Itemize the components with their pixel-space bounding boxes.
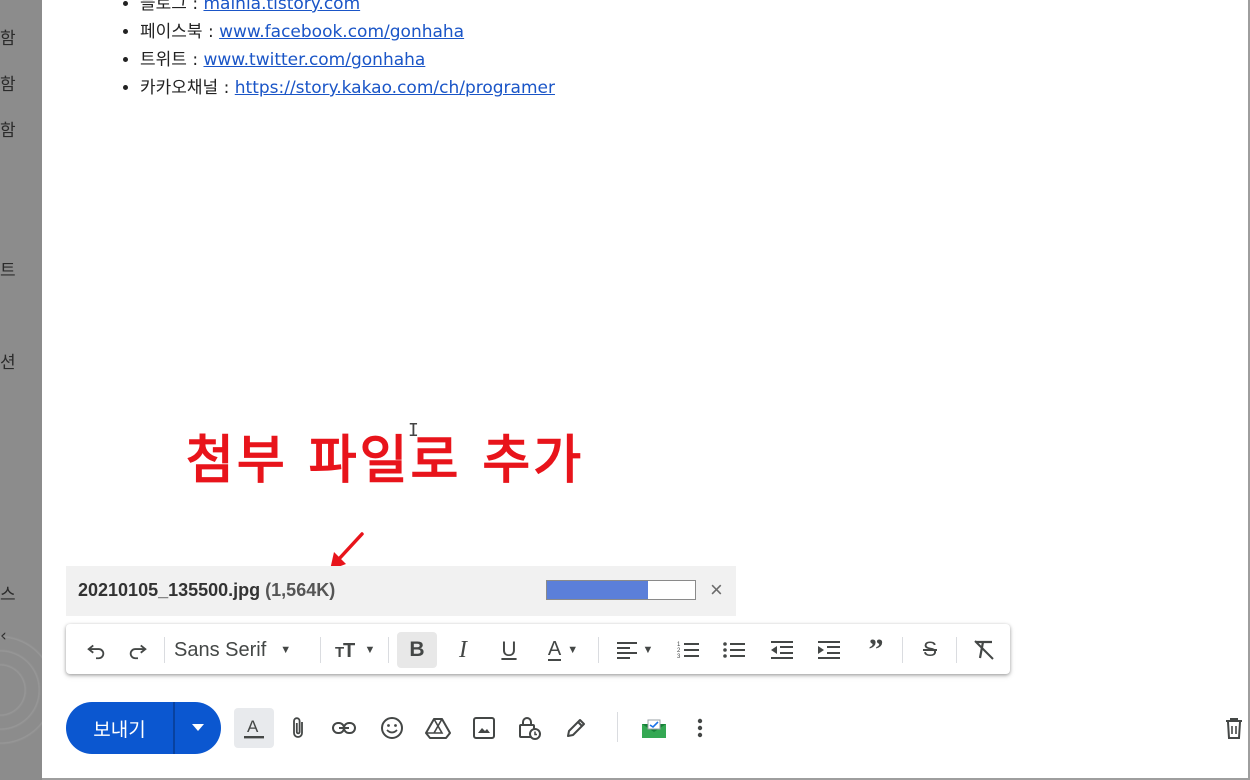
decorative-pattern [0, 600, 42, 780]
facebook-link[interactable]: www.facebook.com/gonhaha [219, 22, 464, 42]
remove-formatting-icon[interactable] [964, 632, 1004, 668]
font-size-icon[interactable]: TT ▼ [328, 632, 382, 668]
nav-fragment[interactable]: 함 [0, 70, 16, 95]
align-icon[interactable]: ▼ [608, 632, 662, 668]
emoji-icon[interactable] [372, 708, 412, 748]
message-body[interactable]: 블로그 : mainia.tistory.com 페이스북 : www.face… [122, 0, 555, 102]
chevron-down-icon: ▼ [364, 644, 376, 656]
mail-merge-icon[interactable] [634, 708, 674, 748]
nav-fragment[interactable]: 트 [0, 256, 16, 281]
redo-icon[interactable] [120, 632, 156, 668]
insert-link-icon[interactable] [324, 708, 364, 748]
text-color-icon[interactable]: A ▼ [536, 632, 590, 668]
chevron-down-icon: ▼ [567, 644, 579, 656]
discard-draft-icon[interactable] [1214, 708, 1250, 748]
strikethrough-icon[interactable]: S [910, 632, 950, 668]
send-options-icon[interactable] [175, 702, 221, 754]
upload-progress-bar [546, 580, 696, 600]
list-item: 카카오채널 : https://story.kakao.com/ch/progr… [140, 74, 555, 102]
underline-icon[interactable]: U [489, 632, 529, 668]
send-button[interactable]: 보내기 [66, 702, 173, 754]
attachment-size: (1,564K) [265, 580, 336, 600]
more-options-icon[interactable] [680, 708, 720, 748]
background-gmail-panel: 함 함 함 트 션 스 ‹ [0, 0, 42, 780]
quote-icon[interactable]: ” [856, 632, 896, 668]
bulleted-list-icon[interactable] [714, 632, 754, 668]
compose-window: 블로그 : mainia.tistory.com 페이스북 : www.face… [42, 0, 1250, 780]
list-item: 페이스북 : www.facebook.com/gonhaha [140, 18, 555, 46]
indent-more-icon[interactable] [809, 632, 849, 668]
formatting-toolbar: Sans Serif ▼ TT ▼ B I U A ▼ ▼ 123 ” S [66, 624, 1010, 674]
list-item: 블로그 : mainia.tistory.com [140, 0, 555, 18]
list-item: 트위트 : www.twitter.com/gonhaha [140, 46, 555, 74]
svg-text:A: A [247, 717, 259, 736]
nav-fragment[interactable]: 션 [0, 348, 16, 373]
signature-icon[interactable] [556, 708, 596, 748]
confidential-mode-icon[interactable] [510, 708, 550, 748]
attachment-filename: 20210105_135500.jpg (1,564K) [78, 580, 336, 600]
undo-icon[interactable] [78, 632, 114, 668]
nav-fragment[interactable]: 함 [0, 24, 16, 49]
annotation-text: 첨부 파일로 추가 [186, 431, 585, 491]
font-family-value: Sans Serif [174, 638, 267, 661]
numbered-list-icon[interactable]: 123 [668, 632, 708, 668]
twitter-link[interactable]: www.twitter.com/gonhaha [203, 50, 425, 70]
insert-photo-icon[interactable] [464, 708, 504, 748]
font-family-select[interactable]: Sans Serif ▼ [174, 632, 314, 668]
nav-fragment[interactable]: 함 [0, 116, 16, 141]
svg-text:T: T [343, 640, 355, 661]
svg-text:3: 3 [677, 654, 681, 660]
italic-icon[interactable]: I [443, 632, 483, 668]
remove-attachment-icon[interactable]: × [710, 577, 723, 603]
chevron-down-icon: ▼ [280, 644, 292, 656]
send-button-group: 보내기 [66, 702, 221, 754]
bold-icon[interactable]: B [397, 632, 437, 668]
google-drive-icon[interactable] [418, 708, 458, 748]
kakao-channel-link[interactable]: https://story.kakao.com/ch/programer [235, 78, 555, 98]
indent-less-icon[interactable] [762, 632, 802, 668]
formatting-options-icon[interactable]: A [234, 708, 274, 748]
attach-file-icon[interactable] [278, 708, 318, 748]
attachment-chip[interactable]: 20210105_135500.jpg (1,564K) × [66, 566, 736, 616]
upload-progress-fill [547, 581, 648, 599]
blog-link[interactable]: mainia.tistory.com [203, 0, 360, 14]
chevron-down-icon: ▼ [642, 644, 654, 656]
